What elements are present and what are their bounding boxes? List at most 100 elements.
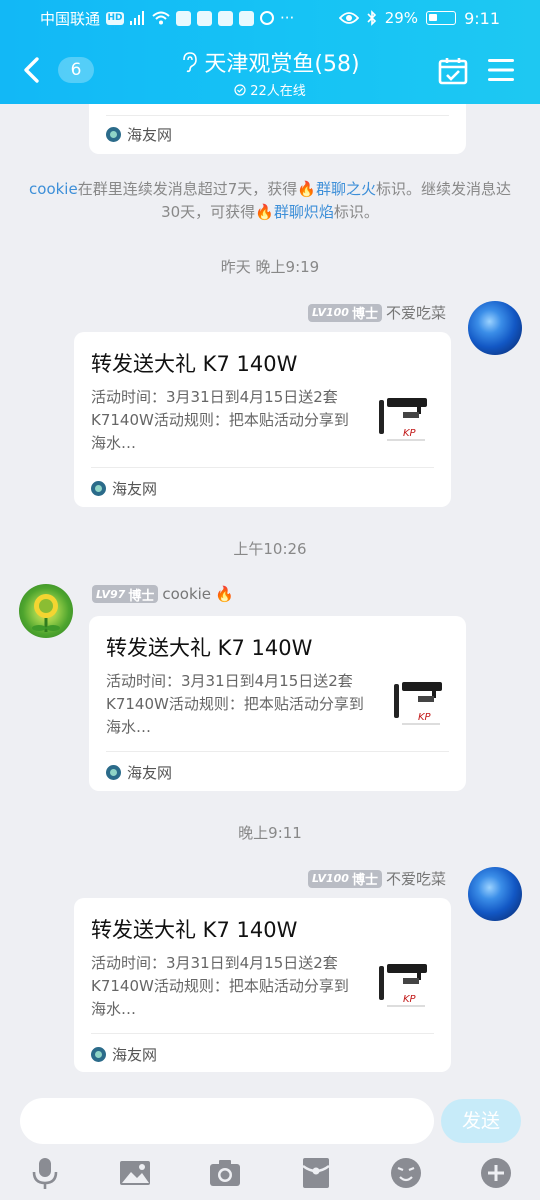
sender-info: LV97 博士 cookie 🔥 <box>92 585 234 604</box>
card-divider <box>91 467 434 468</box>
calendar-check-icon[interactable] <box>438 56 468 86</box>
card-source: 海友网 <box>106 124 172 145</box>
menu-icon[interactable] <box>488 58 514 82</box>
avatar[interactable] <box>19 584 73 638</box>
system-notice: cookie在群里连续发消息超过7天，获得🔥群聊之火标识。继续发消息达30天，可… <box>24 178 516 224</box>
role-text: 博士 <box>351 873 378 888</box>
plus-icon[interactable] <box>479 1156 513 1190</box>
notice-text-3: 标识。 <box>333 203 379 221</box>
header: 中国联通 HD ⁴ᴳ ··· 29% 9:11 6 天津观赏鱼(58) 22人在… <box>0 0 540 104</box>
level-text: LV100 <box>311 872 349 885</box>
sunflower-avatar-image <box>32 594 60 632</box>
level-badge: LV97 博士 <box>92 585 159 604</box>
role-text: 博士 <box>351 307 378 322</box>
card-source-label: 海友网 <box>127 126 173 144</box>
status-bar: 中国联通 HD ⁴ᴳ ··· 29% 9:11 <box>0 0 540 36</box>
red-packet-icon[interactable] <box>299 1156 333 1190</box>
shield-app-icon <box>176 10 192 26</box>
more-dots-icon: ··· <box>280 9 295 27</box>
notice-user-link[interactable]: cookie <box>29 180 78 198</box>
chat-title-area[interactable]: 天津观赏鱼(58) 22人在线 <box>140 46 400 99</box>
card-source: 海友网 <box>91 478 157 499</box>
shared-post-card[interactable]: 转发送大礼 K7 140W 活动时间：3月31日到4月15日送2套K7140W活… <box>74 898 451 1072</box>
card-source-label: 海友网 <box>127 764 173 782</box>
chat-area[interactable]: 海友网 cookie在群里连续发消息超过7天，获得🔥群聊之火标识。继续发消息达3… <box>0 104 540 1090</box>
bluetooth-icon <box>367 10 376 26</box>
timestamp: 晚上9:11 <box>238 824 302 842</box>
wifi-icon <box>152 11 170 25</box>
notice-fire-link[interactable]: 群聊之火 <box>316 180 376 198</box>
card-title: 转发送大礼 K7 140W <box>106 636 313 660</box>
nav-bar: 6 天津观赏鱼(58) 22人在线 <box>0 40 540 100</box>
svg-text:KP: KP <box>403 428 417 439</box>
haiyou-logo-icon <box>91 1047 106 1062</box>
game-app-icon <box>218 10 234 26</box>
card-source-label: 海友网 <box>112 1046 158 1064</box>
card-title: 转发送大礼 K7 140W <box>91 352 298 376</box>
shared-post-card[interactable]: 转发送大礼 K7 140W 活动时间：3月31日到4月15日送2套K7140W活… <box>89 616 466 791</box>
card-description: 活动时间：3月31日到4月15日送2套K7140W活动规则：把本贴活动分享到海水… <box>106 672 364 736</box>
fire-icon: 🔥 <box>215 585 234 603</box>
card-description: 活动时间：3月31日到4月15日送2套K7140W活动规则：把本贴活动分享到海水… <box>91 954 349 1018</box>
product-thumbnail: KP <box>373 388 433 448</box>
card-source-label: 海友网 <box>112 480 158 498</box>
network-badge: HD ⁴ᴳ <box>106 11 125 36</box>
unread-count-badge[interactable]: 6 <box>58 57 94 83</box>
notice-text-1: 在群里连续发消息超过7天，获得 <box>77 180 298 198</box>
chat-title: 天津观赏鱼(58) <box>204 52 360 77</box>
back-icon[interactable] <box>18 54 46 86</box>
product-thumbnail: KP <box>388 672 448 732</box>
clock: 9:11 <box>464 8 500 28</box>
battery-icon <box>426 11 457 25</box>
shared-post-card[interactable]: 海友网 <box>89 104 466 154</box>
send-button[interactable]: 发送 <box>441 1099 521 1143</box>
avatar[interactable] <box>468 867 522 921</box>
sender-nickname[interactable]: 不爱吃菜 <box>386 868 446 889</box>
message-input[interactable] <box>20 1098 434 1144</box>
timestamp: 上午10:26 <box>233 540 307 558</box>
card-source: 海友网 <box>106 762 172 783</box>
ring-icon <box>260 11 275 25</box>
flame-icon: 🔥 <box>255 203 274 221</box>
card-title: 转发送大礼 K7 140W <box>91 918 298 942</box>
level-badge: LV100 博士 <box>307 303 382 322</box>
notice-flame-link[interactable]: 群聊炽焰 <box>274 203 334 221</box>
card-source: 海友网 <box>91 1044 157 1065</box>
online-check-icon <box>234 83 246 96</box>
music-app-icon <box>197 10 213 26</box>
sender-info: LV100 博士 不爱吃菜 <box>307 302 446 323</box>
sender-nickname[interactable]: 不爱吃菜 <box>386 302 446 323</box>
battery-percent: 29% <box>384 9 419 27</box>
input-toolbar <box>0 1154 540 1194</box>
microphone-icon[interactable] <box>28 1156 62 1190</box>
card-divider <box>91 1033 434 1034</box>
sender-nickname[interactable]: cookie <box>162 585 211 603</box>
product-thumbnail: KP <box>373 954 433 1014</box>
haiyou-logo-icon <box>91 481 106 496</box>
ear-icon <box>183 52 198 73</box>
haiyou-logo-icon <box>106 127 121 142</box>
fire-icon: 🔥 <box>297 180 316 198</box>
card-divider <box>106 751 449 752</box>
input-bar: 发送 <box>0 1090 540 1200</box>
carrier-label: 中国联通 <box>40 9 101 28</box>
card-divider <box>106 115 449 116</box>
card-description: 活动时间：3月31日到4月15日送2套K7140W活动规则：把本贴活动分享到海水… <box>91 388 349 452</box>
emoji-icon[interactable] <box>389 1156 423 1190</box>
level-text: LV100 <box>311 306 349 319</box>
level-badge: LV100 博士 <box>307 869 382 888</box>
avatar[interactable] <box>468 301 522 355</box>
camera-icon[interactable] <box>208 1156 242 1190</box>
shared-post-card[interactable]: 转发送大礼 K7 140W 活动时间：3月31日到4月15日送2套K7140W活… <box>74 332 451 507</box>
eye-icon <box>338 12 359 24</box>
role-text: 博士 <box>128 588 155 604</box>
svg-text:KP: KP <box>418 712 432 723</box>
signal-icon <box>130 11 145 25</box>
image-icon[interactable] <box>118 1156 152 1190</box>
timestamp: 昨天 晚上9:19 <box>220 258 320 276</box>
video-app-icon <box>239 10 255 26</box>
sender-info: LV100 博士 不爱吃菜 <box>307 868 446 889</box>
svg-text:KP: KP <box>403 994 417 1005</box>
online-count: 22人在线 <box>250 84 306 99</box>
haiyou-logo-icon <box>106 765 121 780</box>
